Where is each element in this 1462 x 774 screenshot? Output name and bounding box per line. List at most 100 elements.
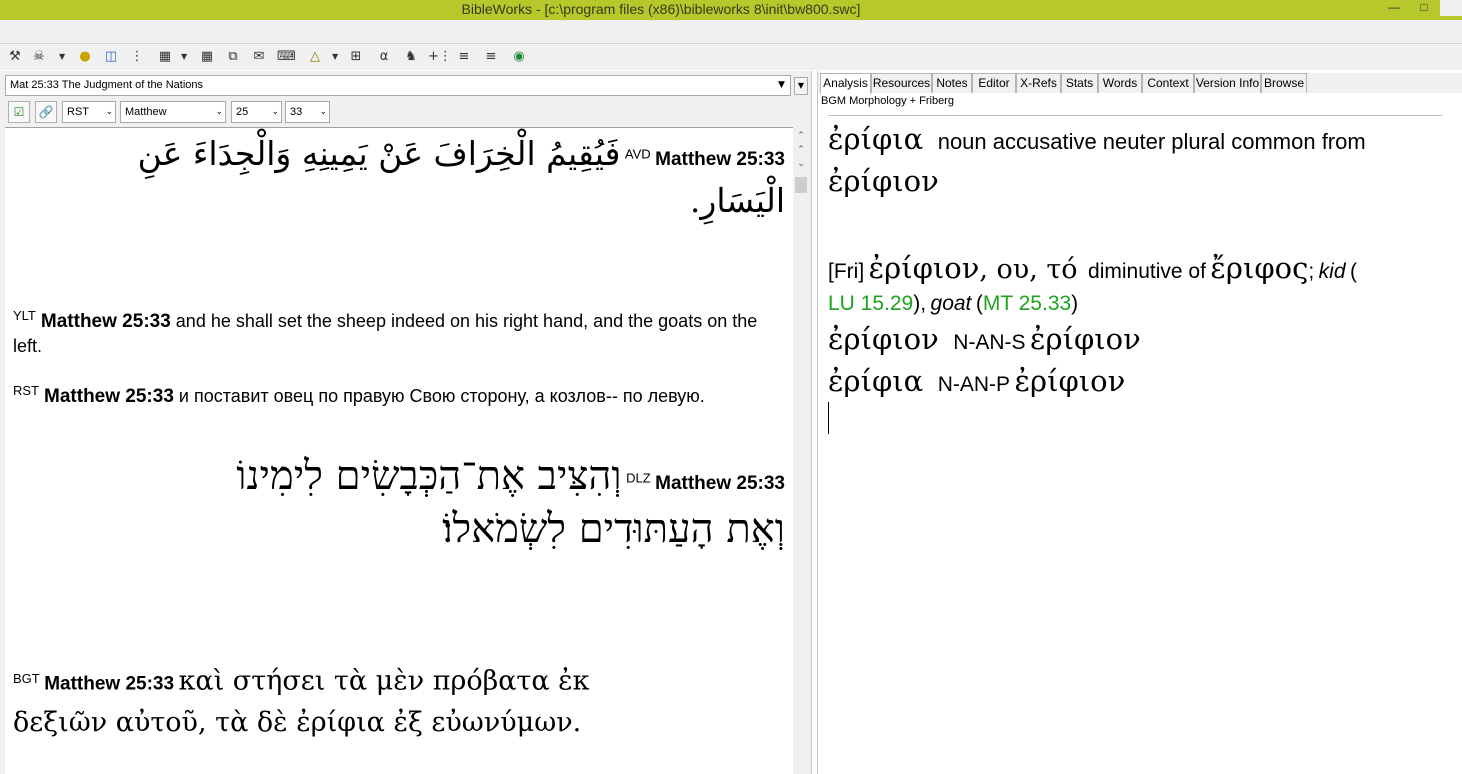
morph-form[interactable]: ἐρίφιον (828, 322, 939, 356)
chevron-up-icon[interactable]: ⌃ (793, 143, 809, 157)
verse-reference[interactable]: Matthew 25:33 (41, 311, 171, 332)
version-select-value: RST (67, 106, 89, 118)
verse-text: δεξιῶν αὐτοῦ, τὰ δὲ ἐρίφια ἐξ εὐωνύμων. (13, 707, 582, 739)
tool-1-icon[interactable]: ⚒ (6, 48, 24, 66)
globe-icon[interactable]: ◉ (510, 48, 528, 66)
version-label: YLT (13, 308, 36, 323)
vertical-scrollbar[interactable]: ⌃ ⌃ ⌄ (793, 127, 809, 774)
tool-16-icon[interactable]: ≡ (455, 48, 473, 66)
version-label: BGT (13, 671, 40, 686)
bible-text-pane: Mat 25:33 The Judgment of the Nations ▼ … (0, 71, 812, 774)
analysis-pane: Analysis Resources Notes Editor X-Refs S… (817, 71, 1462, 774)
text-caret (828, 402, 829, 434)
friberg-paren-close: ), (913, 292, 927, 315)
tab-editor[interactable]: Editor (972, 73, 1016, 93)
maximize-icon[interactable]: □ (1413, 0, 1435, 16)
verse-reference[interactable]: Matthew 25:33 (44, 673, 174, 694)
tool-6-dropdown-icon[interactable]: ▼ (181, 48, 189, 66)
tool-6-icon[interactable]: ▦ (156, 48, 174, 66)
tool-15-icon[interactable]: +⋮ (428, 48, 452, 66)
verse-select-value: 33 (290, 106, 303, 118)
minimize-icon[interactable]: — (1383, 0, 1405, 16)
friberg-entry-line-2: LU 15.29), goat (MT 25.33) (828, 292, 1078, 316)
verse-reference[interactable]: Matthew 25:33 (44, 386, 174, 407)
tool-11-dropdown-icon[interactable]: ▼ (332, 48, 340, 66)
tab-notes[interactable]: Notes (932, 73, 972, 93)
verse-reference[interactable]: Matthew 25:33 (655, 149, 785, 170)
tool-10-icon[interactable]: ⌨ (277, 48, 296, 66)
tool-12-icon[interactable]: ⊞ (347, 48, 365, 66)
verse-dlz: וְהִצִּיב אֶת־הַכְּבָשִׂים לִימִינוֹ DLZ… (13, 452, 785, 552)
tool-8-icon[interactable]: ⧉ (224, 48, 242, 66)
morph-code: N-AN-S (953, 331, 1026, 354)
chapter-select-value: 25 (236, 106, 249, 118)
tab-context[interactable]: Context (1142, 73, 1194, 93)
version-label: AVD (624, 146, 651, 162)
friberg-semicolon: ; (1308, 260, 1315, 283)
analysis-word[interactable]: ἐρίφια (828, 122, 923, 156)
close-icon[interactable] (1440, 0, 1462, 16)
verse-select[interactable]: 33 ⌄ (285, 101, 330, 123)
tab-analysis[interactable]: Analysis (820, 73, 871, 94)
tool-7-icon[interactable]: ▦ (198, 48, 216, 66)
tab-xrefs[interactable]: X-Refs (1016, 73, 1061, 93)
verse-reference[interactable]: Matthew 25:33 (655, 473, 785, 494)
verse-text: καὶ στήσει τὰ μὲν πρόβατα ἐκ (178, 665, 590, 697)
friberg-ref-link[interactable]: MT 25.33 (983, 292, 1071, 315)
tool-17-icon[interactable]: ≡ (482, 48, 500, 66)
chapter-select[interactable]: 25 ⌄ (231, 101, 282, 123)
tool-4-icon[interactable]: ◫ (102, 48, 120, 66)
verse-ylt: YLT Matthew 25:33 and he shall set the s… (13, 304, 785, 358)
friberg-ref-link[interactable]: LU 15.29 (828, 292, 913, 315)
chevron-down-icon: ⌄ (271, 107, 279, 117)
reference-combo[interactable]: Mat 25:33 The Judgment of the Nations ▼ (5, 75, 791, 96)
friberg-lemma[interactable]: ἐρίφιον (869, 251, 980, 285)
analysis-source-label: BGM Morphology + Friberg (821, 95, 954, 107)
friberg-entry-line-1: [Fri] ἐρίφιον, ου, τό diminutive of ἔριφ… (828, 251, 1357, 285)
chevron-down-icon[interactable]: ⌄ (793, 157, 809, 171)
verse-avd: فَيُقِيمُ الْخِرَافَ عَنْ يَمِينِهِ وَال… (13, 134, 785, 220)
verse-text: الْيَسَارِ. (689, 181, 785, 220)
chevron-down-icon[interactable]: ▼ (773, 76, 790, 95)
analysis-content[interactable]: ἐρίφια noun accusative neuter plural com… (828, 115, 1442, 774)
tab-version-info[interactable]: Version Info (1194, 73, 1261, 93)
tool-5-icon[interactable]: ⋮ (128, 48, 146, 66)
friberg-root[interactable]: ἔριφος (1210, 251, 1308, 285)
tool-2-dropdown-icon[interactable]: ▼ (59, 48, 67, 66)
tab-words[interactable]: Words (1098, 73, 1142, 93)
pane-menu-button[interactable]: ▼ (794, 77, 808, 95)
tab-bar: Analysis Resources Notes Editor X-Refs S… (818, 73, 1462, 94)
menu-bar (0, 20, 1462, 44)
tool-11-icon[interactable]: △ (306, 48, 324, 66)
tool-3-icon[interactable]: ● (76, 48, 94, 66)
tool-14-icon[interactable]: ♞ (402, 48, 420, 66)
friberg-paren-open: ( (1349, 260, 1357, 283)
book-select[interactable]: Matthew ⌄ (120, 101, 226, 123)
tab-resources[interactable]: Resources (871, 73, 932, 93)
verse-text: и поставит овец по правую Свою сторону, … (178, 386, 705, 406)
friberg-tag: [Fri] (828, 260, 865, 283)
link-icon[interactable]: 🔗 (35, 101, 57, 123)
tool-9-icon[interactable]: ✉ (250, 48, 268, 66)
friberg-paren-close: ) (1071, 292, 1079, 315)
morph-form[interactable]: ἐρίφια (828, 364, 923, 398)
morph-lemma[interactable]: ἐρίφιον (1030, 322, 1141, 356)
checkmark-icon[interactable]: ☑ (8, 101, 30, 123)
scroll-up-icon[interactable]: ⌃ (793, 129, 809, 143)
tab-stats[interactable]: Stats (1061, 73, 1098, 93)
book-select-value: Matthew (125, 106, 167, 118)
scrollbar-thumb[interactable] (795, 177, 807, 193)
verse-text: فَيُقِيمُ الْخِرَافَ عَنْ يَمِينِهِ وَال… (137, 134, 621, 173)
verse-display[interactable]: فَيُقِيمُ الْخِرَافَ عَنْ يَمِينِهِ وَال… (5, 127, 793, 774)
version-select[interactable]: RST ⌄ (62, 101, 116, 123)
analysis-line-2: ἐρίφιον (828, 164, 939, 198)
tool-13-icon[interactable]: α (375, 48, 393, 66)
verse-text: וְאֶת הָעַתּוּדִים לִשְׂמֹאלוֹ׃ (442, 506, 785, 552)
analysis-lemma[interactable]: ἐρίφιον (828, 164, 939, 198)
analysis-description: noun accusative neuter plural common fro… (937, 129, 1366, 154)
morph-lemma[interactable]: ἐρίφιον (1015, 364, 1126, 398)
tool-2-icon[interactable]: ☠ (30, 48, 48, 66)
version-label: DLZ (626, 470, 651, 486)
tab-browse[interactable]: Browse (1261, 73, 1307, 93)
morph-row: ἐρίφια N-AN-P ἐρίφιον (828, 364, 1125, 398)
